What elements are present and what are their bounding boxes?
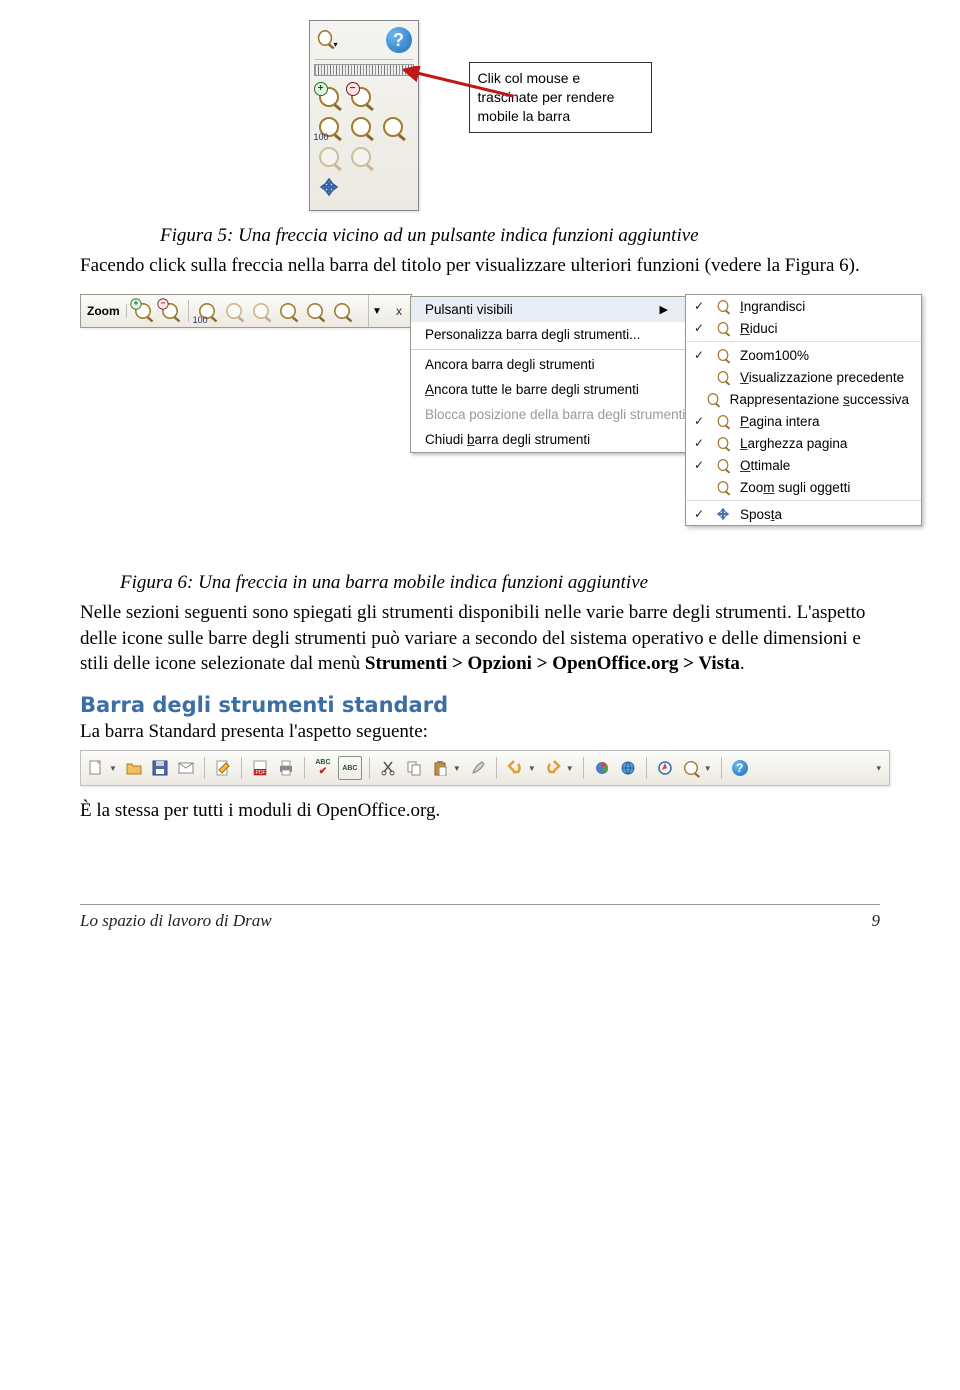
zoom-in-icon: [714, 298, 732, 314]
zoom-100-icon[interactable]: 100: [195, 299, 219, 323]
dropdown-icon[interactable]: ▼: [704, 764, 712, 773]
undo-icon[interactable]: [504, 757, 526, 779]
zoom-opt-icon: [714, 457, 732, 473]
zoom-prev-icon[interactable]: [316, 144, 342, 170]
section-outro: È la stessa per tutti i moduli di OpenOf…: [80, 798, 880, 824]
zoom-next2-icon[interactable]: [249, 299, 273, 323]
zoom-out-icon: [714, 320, 732, 336]
zoom-page-icon[interactable]: [348, 114, 374, 140]
spellcheck-icon[interactable]: ABC: [338, 756, 362, 780]
spellcheck-auto-icon[interactable]: ABC✔: [312, 757, 334, 779]
figure-6: Zoom + − 100 ▼ x Pulsanti visibili▶: [80, 294, 880, 564]
redo-icon[interactable]: [542, 757, 564, 779]
menu-item-close[interactable]: Chiudi barra degli strumenti: [411, 427, 686, 452]
dropdown-icon[interactable]: ▼: [566, 764, 574, 773]
para-after-fig5: Facendo click sulla freccia nella barra …: [80, 253, 880, 279]
menu-item-lock: Blocca posizione della barra degli strum…: [411, 402, 686, 427]
dropdown-icon[interactable]: ▼: [528, 764, 536, 773]
standard-toolbar: ▼ PDF ABC✔ ABC: [80, 750, 890, 786]
submenu-item-width[interactable]: ✓ Larghezza pagina: [686, 432, 921, 454]
zoom-width2-icon[interactable]: [303, 299, 327, 323]
copy-icon[interactable]: [403, 757, 425, 779]
submenu-item-prev[interactable]: Visualizzazione precedente: [686, 366, 921, 388]
menu-item-customize[interactable]: Personalizza barra degli strumenti...: [411, 322, 686, 347]
format-paintbrush-icon[interactable]: [467, 757, 489, 779]
submenu-item-page[interactable]: ✓ Pagina intera: [686, 410, 921, 432]
paste-icon[interactable]: [429, 757, 451, 779]
zoom-toolbar: Zoom + − 100 ▼ x: [80, 294, 412, 328]
toolbar-context-menu: Pulsanti visibili▶ Personalizza barra de…: [410, 296, 687, 453]
dropdown-icon[interactable]: ▼: [453, 764, 461, 773]
zoom-prev-icon: [714, 369, 732, 385]
pdf-icon[interactable]: PDF: [249, 757, 271, 779]
footer-page-number: 9: [872, 911, 881, 931]
zoom-obj-icon: [714, 479, 732, 495]
pan-icon[interactable]: [316, 174, 342, 200]
menu-item-dock-all[interactable]: Ancora tutte le barre degli strumenti: [411, 377, 686, 402]
section-heading-standard-toolbar: Barra degli strumenti standard: [80, 693, 880, 717]
section-intro: La barra Standard presenta l'aspetto seg…: [80, 719, 880, 745]
cut-icon[interactable]: [377, 757, 399, 779]
zoom-100-icon: [714, 347, 732, 363]
dropdown-icon[interactable]: ▼: [109, 764, 117, 773]
submenu-item-ingrandisci[interactable]: ✓ Ingrandisci: [686, 295, 921, 317]
para-after-fig6: Nelle sezioni seguenti sono spiegati gli…: [80, 600, 880, 677]
toolbar-title: Zoom: [81, 304, 127, 318]
mail-icon[interactable]: [175, 757, 197, 779]
svg-text:PDF: PDF: [255, 770, 265, 776]
menu-item-dock[interactable]: Ancora barra degli strumenti: [411, 352, 686, 377]
page-footer: Lo spazio di lavoro di Draw 9: [80, 904, 880, 931]
submenu-item-zoom100[interactable]: ✓ Zoom100%: [686, 344, 921, 366]
callout-arrow-icon: [403, 66, 523, 106]
zoom-page2-icon[interactable]: [276, 299, 300, 323]
zoom-out-icon[interactable]: −: [158, 299, 182, 323]
menu-item-visible-buttons[interactable]: Pulsanti visibili▶: [411, 297, 686, 322]
visible-buttons-submenu: ✓ Ingrandisci ✓ Riduci ✓ Zoom100% Visual…: [685, 294, 922, 526]
zoom-next-icon[interactable]: [348, 144, 374, 170]
zoom-floating-palette: ▾ ? + − 100: [309, 20, 419, 211]
zoom-page-icon: [714, 413, 732, 429]
chart-icon[interactable]: [591, 757, 613, 779]
submenu-item-objects[interactable]: Zoom sugli oggetti: [686, 476, 921, 498]
submenu-arrow-icon: ▶: [660, 303, 668, 316]
toolbar-dropdown-icon[interactable]: ▼: [368, 295, 385, 327]
print-icon[interactable]: [275, 757, 297, 779]
edit-icon[interactable]: [212, 757, 234, 779]
submenu-item-next[interactable]: Rappresentazione successiva: [686, 388, 921, 410]
figure6-caption: Figura 6: Una freccia in una barra mobil…: [120, 570, 880, 596]
toolbar-grip[interactable]: [314, 64, 414, 76]
zoom-next-icon: [704, 391, 722, 407]
zoom-in-icon[interactable]: +: [316, 84, 342, 110]
zoom-100-icon[interactable]: 100: [316, 114, 342, 140]
zoom-dropdown-icon[interactable]: ▾: [316, 27, 338, 49]
zoom-opt-icon[interactable]: [330, 299, 354, 323]
zoom-width-icon[interactable]: [380, 114, 406, 140]
help-icon[interactable]: ?: [729, 757, 751, 779]
pan-icon: [714, 506, 732, 522]
close-icon[interactable]: x: [391, 295, 407, 327]
new-icon[interactable]: [85, 757, 107, 779]
submenu-item-riduci[interactable]: ✓ Riduci: [686, 317, 921, 339]
open-icon[interactable]: [123, 757, 145, 779]
hyperlink-icon[interactable]: [617, 757, 639, 779]
zoom-icon[interactable]: [680, 757, 702, 779]
submenu-item-pan[interactable]: ✓ Sposta: [686, 503, 921, 525]
save-icon[interactable]: [149, 757, 171, 779]
navigator-icon[interactable]: [654, 757, 676, 779]
zoom-in-icon[interactable]: +: [131, 299, 155, 323]
submenu-item-optimal[interactable]: ✓ Ottimale: [686, 454, 921, 476]
zoom-prev2-icon[interactable]: [222, 299, 246, 323]
zoom-width-icon: [714, 435, 732, 451]
zoom-out-icon[interactable]: −: [348, 84, 374, 110]
help-icon[interactable]: ?: [386, 27, 412, 53]
figure5-caption: Figura 5: Una freccia vicino ad un pulsa…: [160, 223, 880, 249]
toolbar-overflow-icon[interactable]: ▾: [876, 763, 885, 774]
footer-left: Lo spazio di lavoro di Draw: [80, 911, 272, 931]
figure-5: ▾ ? + − 100: [80, 20, 880, 211]
